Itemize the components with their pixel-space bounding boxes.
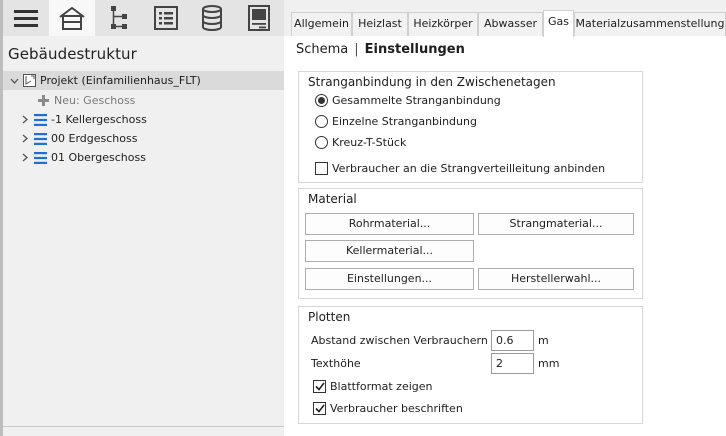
main-toolbar bbox=[3, 0, 284, 36]
texthoehe-input[interactable]: 2 bbox=[491, 353, 534, 374]
settings-pane: Allgemein Heizlast Heizkörper Abwasser G… bbox=[284, 0, 726, 436]
material-group: Material Rohrmaterial... Strangmaterial.… bbox=[298, 188, 643, 299]
new-floor-label: Neu: Geschoss bbox=[54, 94, 136, 107]
breadcrumb: Schema | Einstellungen bbox=[296, 42, 465, 57]
breadcrumb-settings: Einstellungen bbox=[364, 42, 465, 57]
floor-icon bbox=[32, 131, 48, 147]
checkbox-label: Verbraucher an die Strangverteilleitung … bbox=[332, 162, 606, 175]
radio-kreuz-t[interactable]: Kreuz-T-Stück bbox=[315, 136, 406, 149]
hamburger-menu-icon bbox=[14, 10, 38, 27]
group-title: Stranganbindung in den Zwischenetagen bbox=[308, 75, 556, 89]
radio-label: Gesammelte Stranganbindung bbox=[332, 94, 501, 107]
radio-gesammelt[interactable]: Gesammelte Stranganbindung bbox=[315, 94, 501, 107]
pane-edge bbox=[0, 0, 3, 436]
checkbox-verbraucher-beschriften[interactable]: Verbraucher beschriften bbox=[313, 402, 463, 415]
tab-gas[interactable]: Gas bbox=[543, 10, 574, 37]
tab-abwasser[interactable]: Abwasser bbox=[478, 12, 543, 36]
radio-label: Kreuz-T-Stück bbox=[332, 136, 407, 149]
chevron-right-icon[interactable] bbox=[18, 148, 32, 167]
tab-heizlast[interactable]: Heizlast bbox=[352, 12, 408, 36]
breadcrumb-separator: | bbox=[354, 42, 359, 57]
group-title: Material bbox=[308, 192, 357, 206]
tree-item-floor[interactable]: 01 Obergeschoss bbox=[18, 148, 146, 167]
tab-heizkoerper[interactable]: Heizkörper bbox=[408, 12, 478, 36]
building-icon bbox=[59, 6, 85, 30]
checkbox-blattformat[interactable]: Blattformat zeigen bbox=[313, 380, 433, 393]
database-icon bbox=[202, 5, 222, 31]
sheet-button[interactable] bbox=[236, 0, 282, 36]
abstand-label: Abstand zwischen Verbrauchern bbox=[311, 334, 488, 347]
tree-item-project[interactable]: Projekt (Einfamilienhaus_FLT) bbox=[3, 71, 284, 90]
pane-divider bbox=[3, 426, 284, 427]
tree-item-floor[interactable]: 00 Erdgeschoss bbox=[18, 129, 137, 148]
radio-unselected-icon[interactable] bbox=[315, 136, 328, 149]
kellermaterial-button[interactable]: Kellermaterial... bbox=[305, 240, 474, 262]
tree-title: Gebäudestruktur bbox=[8, 45, 137, 63]
chevron-right-icon[interactable] bbox=[18, 110, 32, 129]
tab-bar: Allgemein Heizlast Heizkörper Abwasser G… bbox=[284, 0, 726, 37]
network-tree-icon bbox=[111, 6, 127, 29]
checkbox-checked-icon[interactable] bbox=[313, 380, 326, 393]
system-tree-button[interactable] bbox=[96, 0, 142, 36]
radio-einzeln[interactable]: Einzelne Stranganbindung bbox=[315, 115, 477, 128]
herstellerwahl-button[interactable]: Herstellerwahl... bbox=[478, 268, 634, 290]
list-document-icon bbox=[154, 6, 178, 30]
building-structure-button[interactable] bbox=[49, 0, 95, 36]
breadcrumb-schema[interactable]: Schema bbox=[296, 42, 348, 57]
project-icon bbox=[21, 73, 37, 89]
floor-label: 00 Erdgeschoss bbox=[51, 132, 138, 145]
checkbox-strangverteilleitung[interactable]: Verbraucher an die Strangverteilleitung … bbox=[315, 162, 605, 175]
abstand-input[interactable]: 0.6 bbox=[491, 330, 534, 351]
sheet-icon bbox=[248, 5, 270, 31]
floor-label: 01 Obergeschoss bbox=[51, 151, 146, 164]
einstellungen-button[interactable]: Einstellungen... bbox=[305, 268, 474, 290]
chevron-down-icon[interactable] bbox=[7, 71, 21, 90]
rohrmaterial-button[interactable]: Rohrmaterial... bbox=[305, 213, 474, 235]
radio-selected-icon[interactable] bbox=[315, 94, 328, 107]
checkbox-unchecked-icon[interactable] bbox=[315, 162, 328, 175]
abstand-unit: m bbox=[538, 334, 549, 347]
texthoehe-label: Texthöhe bbox=[311, 357, 361, 370]
radio-unselected-icon[interactable] bbox=[315, 115, 328, 128]
plot-group: Plotten Abstand zwischen Verbrauchern 0.… bbox=[298, 306, 643, 424]
checkbox-label: Verbraucher beschriften bbox=[330, 402, 463, 415]
chevron-right-icon[interactable] bbox=[18, 129, 32, 148]
checkbox-label: Blattformat zeigen bbox=[330, 380, 433, 393]
floor-label: -1 Kellergeschoss bbox=[51, 113, 147, 126]
tree-item-new-floor[interactable]: Neu: Geschoss bbox=[35, 91, 135, 110]
plus-icon bbox=[35, 93, 51, 109]
checkbox-checked-icon[interactable] bbox=[313, 402, 326, 415]
strang-connection-group: Stranganbindung in den Zwischenetagen Ge… bbox=[298, 71, 643, 183]
hamburger-menu-button[interactable] bbox=[3, 0, 49, 36]
radio-label: Einzelne Stranganbindung bbox=[332, 115, 477, 128]
tree-item-floor[interactable]: -1 Kellergeschoss bbox=[18, 110, 147, 129]
list-button[interactable] bbox=[143, 0, 189, 36]
texthoehe-unit: mm bbox=[538, 357, 560, 370]
floor-icon bbox=[32, 112, 48, 128]
database-button[interactable] bbox=[189, 0, 235, 36]
floor-icon bbox=[32, 150, 48, 166]
tab-allgemein[interactable]: Allgemein bbox=[291, 12, 352, 36]
tab-materialzusammenstellung[interactable]: Materialzusammenstellung bbox=[574, 12, 726, 36]
strangmaterial-button[interactable]: Strangmaterial... bbox=[478, 213, 634, 235]
group-title: Plotten bbox=[308, 310, 351, 324]
building-structure-pane: Gebäudestruktur Projekt (Einfamilienhaus… bbox=[0, 0, 284, 436]
project-label: Projekt (Einfamilienhaus_FLT) bbox=[40, 74, 201, 87]
